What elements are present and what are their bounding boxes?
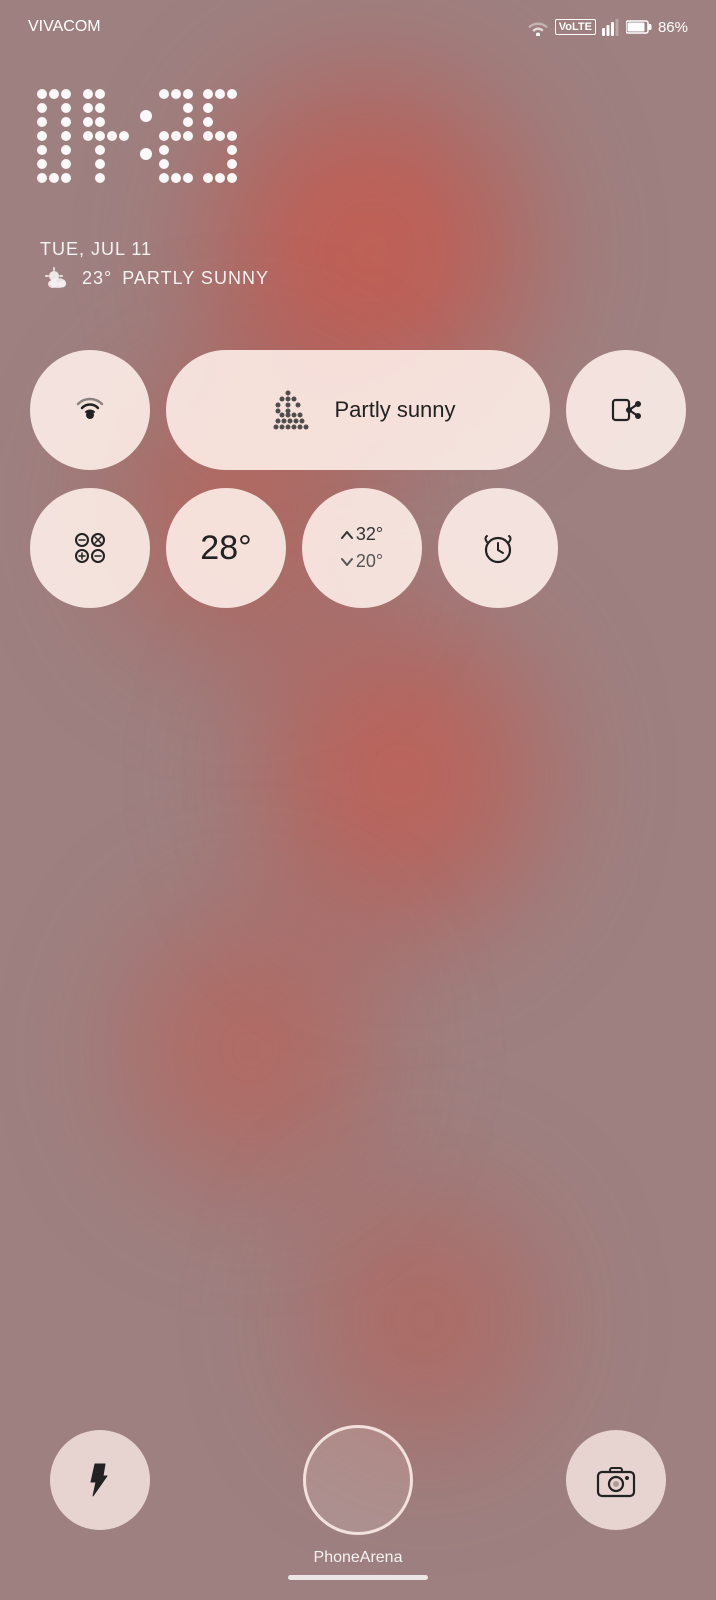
status-icons: VoLTE 86% <box>527 18 688 36</box>
apps-widget[interactable] <box>30 488 150 608</box>
battery-percent: 86% <box>658 19 688 36</box>
clock-svg <box>30 74 430 214</box>
partly-sunny-icon <box>260 385 320 435</box>
camera-button[interactable] <box>566 1430 666 1530</box>
temp-range-widget[interactable]: 32° 20° <box>302 488 422 608</box>
weather-header-line: 23° PARTLY SUNNY <box>40 266 676 290</box>
temp-widget[interactable]: 28° <box>166 488 286 608</box>
weather-widget[interactable]: Partly sunny <box>166 350 550 470</box>
camera-icon <box>596 1460 636 1500</box>
bottom-label: PhoneArena <box>0 1549 716 1567</box>
battery-icon <box>626 20 652 34</box>
bottom-actions <box>0 1425 716 1535</box>
bottom-bar: PhoneArena <box>0 1425 716 1600</box>
weather-condition-label: Partly sunny <box>334 397 455 423</box>
temp-high: 32° <box>341 521 383 548</box>
date-line: TUE, JUL 11 <box>40 239 676 260</box>
carrier-label: VIVACOM <box>28 18 101 36</box>
temp-header: 23° <box>82 268 112 289</box>
clock-display <box>0 44 716 219</box>
widgets-area: Partly sunny <box>0 290 716 608</box>
alarm-icon <box>479 529 517 567</box>
chevron-down-icon <box>341 557 353 567</box>
date-weather-section: TUE, JUL 11 23° PARTLY SUNNY <box>0 219 716 290</box>
share-icon <box>608 392 644 428</box>
chevron-up-icon <box>341 530 353 540</box>
signal-icon <box>602 18 620 36</box>
widget-row-2: 28° 32° 20° <box>30 488 686 608</box>
temp-range: 32° 20° <box>341 521 383 575</box>
wifi-icon <box>527 18 549 36</box>
condition-header: PARTLY SUNNY <box>122 268 269 289</box>
apps-icon <box>69 527 111 569</box>
weather-header-icon <box>40 266 72 290</box>
flashlight-button[interactable] <box>50 1430 150 1530</box>
widget-row-1: Partly sunny <box>30 350 686 470</box>
volte-icon: VoLTE <box>555 19 596 35</box>
home-indicator <box>288 1575 428 1580</box>
status-bar: VIVACOM VoLTE <box>0 0 716 44</box>
alarm-widget[interactable] <box>438 488 558 608</box>
temp-low: 20° <box>341 548 383 575</box>
hotspot-widget[interactable] <box>30 350 150 470</box>
home-button[interactable] <box>303 1425 413 1535</box>
share-widget[interactable] <box>566 350 686 470</box>
hotspot-icon <box>69 389 111 431</box>
flashlight-icon <box>82 1462 118 1498</box>
current-temp: 28° <box>200 529 251 568</box>
